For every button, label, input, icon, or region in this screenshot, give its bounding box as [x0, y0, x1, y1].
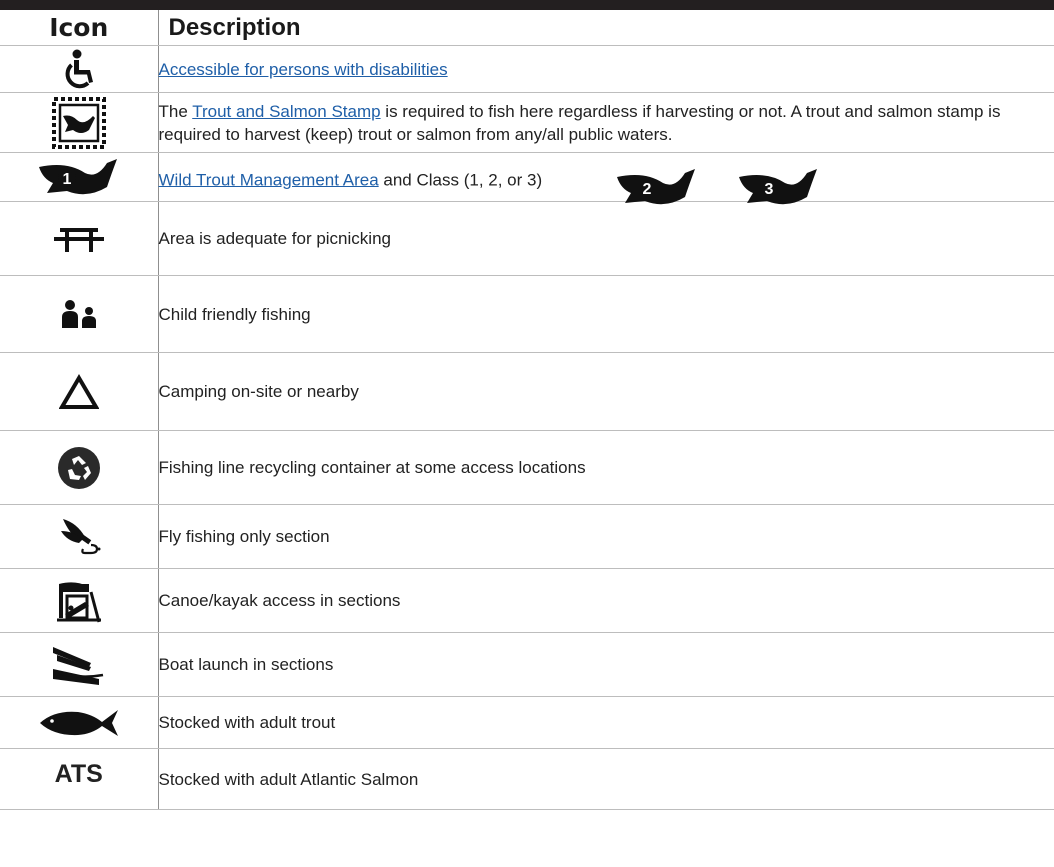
icon-cell [0, 696, 158, 749]
wheelchair-icon [65, 49, 93, 89]
icon-cell [0, 504, 158, 569]
wild-trout-class-1-icon: 1 [38, 159, 117, 195]
header-row: Icon Description [0, 10, 1054, 46]
canoe-kayak-icon [56, 581, 101, 622]
boat-launch-text: Boat launch in sections [158, 655, 334, 674]
table-row-boat-launch: Boat launch in sections [0, 632, 1054, 697]
icon-cell: ATS [0, 748, 158, 810]
icon-cell [0, 201, 158, 276]
top-bar [0, 0, 1054, 10]
description-cell: Fly fishing only section [157, 504, 1054, 569]
icon-cell [0, 568, 158, 633]
description-cell: Stocked with adult trout [157, 696, 1054, 749]
description-cell: Stocked with adult Atlantic Salmon [157, 748, 1054, 810]
stamp-text-pre: The [158, 101, 193, 121]
icon-column-header: Icon [0, 10, 158, 46]
table-row-atlantic-salmon: ATS Stocked with adult Atlantic Salmon [0, 748, 1054, 810]
wild-trout-management-area-link[interactable]: Wild Trout Management Area [159, 170, 379, 189]
icon-cell [0, 275, 158, 353]
table-row-stocked-trout: Stocked with adult trout [0, 696, 1054, 749]
stocked-trout-text: Stocked with adult trout [158, 713, 336, 732]
accessible-link[interactable]: Accessible for persons with disabilities [159, 60, 448, 79]
icon-cell [0, 430, 158, 505]
icon-cell [0, 352, 158, 431]
atlantic-salmon-text: Stocked with adult Atlantic Salmon [158, 769, 419, 789]
camping-tent-icon [58, 373, 99, 409]
fly-fishing-text: Fly fishing only section [158, 527, 330, 546]
picnic-text: Area is adequate for picnicking [158, 229, 391, 248]
table-row-picnic: Area is adequate for picnicking [0, 201, 1054, 276]
icon-cell [0, 92, 158, 153]
wild-trout-class-badges: 2 3 [615, 167, 821, 207]
table-row-fly-fishing: Fly fishing only section [0, 504, 1054, 569]
wild-trout-text: and Class (1, 2, or 3) [378, 170, 543, 190]
description-cell: Fishing line recycling container at some… [157, 430, 1054, 505]
icon-legend-table: Icon Description Accessible for persons … [0, 10, 1054, 810]
table-row-stamp: The Trout and Salmon Stamp is required t… [0, 92, 1054, 153]
stamp-icon [51, 96, 106, 149]
table-row-camping: Camping on-site or nearby [0, 352, 1054, 431]
class-2-number: 2 [642, 181, 651, 198]
description-cell: Area is adequate for picnicking [157, 201, 1054, 276]
ats-text-icon: ATS [54, 760, 103, 788]
icon-cell [0, 45, 158, 93]
child-friendly-text: Child friendly fishing [158, 304, 311, 324]
recycle-icon [57, 446, 100, 489]
description-cell: Canoe/kayak access in sections [157, 568, 1054, 633]
picnic-table-icon [53, 227, 104, 252]
icon-cell [0, 632, 158, 697]
trout-salmon-stamp-link[interactable]: Trout and Salmon Stamp [192, 102, 380, 121]
table-row-recycle: Fishing line recycling container at some… [0, 430, 1054, 505]
class-3-number: 3 [764, 181, 773, 198]
table-row-canoe-kayak: Canoe/kayak access in sections [0, 568, 1054, 633]
wild-trout-class-3-icon: 3 [738, 169, 817, 205]
table-row-accessible: Accessible for persons with disabilities [0, 45, 1054, 93]
class-1-number: 1 [62, 171, 71, 188]
description-cell: The Trout and Salmon Stamp is required t… [157, 92, 1054, 153]
recycle-text: Fishing line recycling container at some… [158, 458, 586, 477]
wild-trout-class-2-icon: 2 [616, 169, 695, 205]
description-cell: Wild Trout Management Area and Class (1,… [157, 152, 1054, 205]
fish-icon [39, 709, 118, 736]
description-column-header: Description [157, 10, 1054, 46]
fly-fishing-icon [60, 518, 101, 554]
child-friendly-icon [61, 300, 96, 328]
boat-launch-icon [52, 646, 103, 685]
table-row-child-friendly: Child friendly fishing [0, 275, 1054, 353]
description-cell: Camping on-site or nearby [157, 352, 1054, 431]
canoe-kayak-text: Canoe/kayak access in sections [158, 591, 401, 610]
table-row-wild-trout: 1 Wild Trout Management Area and Class (… [0, 152, 1054, 205]
description-cell: Accessible for persons with disabilities [157, 45, 1054, 93]
description-cell: Child friendly fishing [157, 275, 1054, 353]
camping-text: Camping on-site or nearby [158, 382, 359, 401]
icon-cell: 1 [0, 152, 158, 202]
description-cell: Boat launch in sections [157, 632, 1054, 697]
